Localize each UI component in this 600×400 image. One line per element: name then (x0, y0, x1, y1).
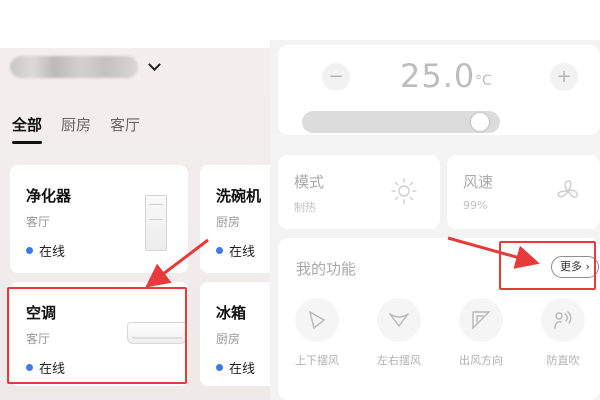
device-room: 客厅 (26, 215, 51, 229)
online-dot-icon (26, 247, 33, 254)
ac-control-panel: − 25.0 °C + 模式 制热 风速 99% 我的功能 更多 › 上下摆风 … (270, 40, 600, 400)
device-status: 在线 (26, 241, 65, 260)
minus-icon[interactable]: − (322, 63, 350, 91)
tab-kitchen[interactable]: 厨房 (61, 114, 91, 136)
function-horizontal-swing[interactable]: 左右摆风 (364, 298, 434, 368)
mode-value: 制热 (294, 201, 316, 214)
device-room: 厨房 (216, 332, 241, 346)
sun-icon (391, 178, 417, 204)
blurred-home-name (10, 56, 138, 78)
room-tabs: 全部 厨房 客厅 (12, 114, 159, 144)
plus-icon[interactable]: + (550, 63, 578, 91)
function-anti-direct-blow[interactable]: 防直吹 (528, 298, 598, 368)
device-status-text: 在线 (229, 245, 256, 260)
device-card-dishwasher[interactable]: 洗碗机 厨房 在线 (200, 165, 270, 273)
air-purifier-icon (145, 195, 167, 251)
online-dot-icon (216, 247, 223, 254)
annotation-highlight-ac (7, 287, 187, 384)
horizontal-swing-icon (377, 298, 421, 342)
tab-living-room[interactable]: 客厅 (110, 114, 140, 136)
fan-icon (557, 180, 578, 198)
fan-speed-title: 风速 (463, 173, 494, 191)
function-label: 防直吹 (546, 354, 580, 367)
function-label: 左右摆风 (377, 354, 421, 367)
device-name: 洗碗机 (216, 187, 262, 205)
fan-speed-value: 99% (463, 199, 488, 212)
function-vertical-swing[interactable]: 上下摆风 (282, 298, 352, 368)
home-selector[interactable] (10, 56, 161, 78)
vertical-swing-icon (295, 298, 339, 342)
device-status-text: 在线 (229, 362, 256, 377)
temperature-value: 25.0 (400, 57, 476, 95)
device-status: 在线 (216, 241, 255, 260)
temperature-card: − 25.0 °C + (278, 45, 600, 135)
airflow-direction-icon (459, 298, 503, 342)
tab-all[interactable]: 全部 (12, 114, 43, 144)
device-name: 净化器 (26, 187, 72, 205)
fan-speed-card[interactable]: 风速 99% (447, 155, 600, 229)
device-card-fridge[interactable]: 冰箱 厨房 在线 (200, 282, 270, 386)
device-name: 冰箱 (216, 304, 247, 322)
my-functions-title: 我的功能 (296, 260, 357, 278)
device-room: 厨房 (216, 215, 241, 229)
function-label: 出风方向 (459, 354, 503, 367)
screenshot-canvas: 全部 厨房 客厅 净化器 客厅 在线 洗碗机 厨房 在线 空调 客厅 在线 冰箱 (0, 0, 600, 400)
annotation-highlight-more (499, 241, 596, 290)
device-card-purifier[interactable]: 净化器 客厅 在线 (10, 165, 188, 273)
online-dot-icon (216, 364, 223, 371)
device-status-text: 在线 (39, 245, 66, 260)
mode-title: 模式 (294, 173, 325, 191)
temperature-unit: °C (475, 73, 492, 89)
device-status: 在线 (216, 358, 255, 377)
mode-card[interactable]: 模式 制热 (278, 155, 440, 229)
function-label: 上下摆风 (295, 354, 339, 367)
anti-direct-blow-icon (541, 298, 585, 342)
chevron-down-icon[interactable] (148, 57, 161, 71)
function-airflow-direction[interactable]: 出风方向 (446, 298, 516, 368)
